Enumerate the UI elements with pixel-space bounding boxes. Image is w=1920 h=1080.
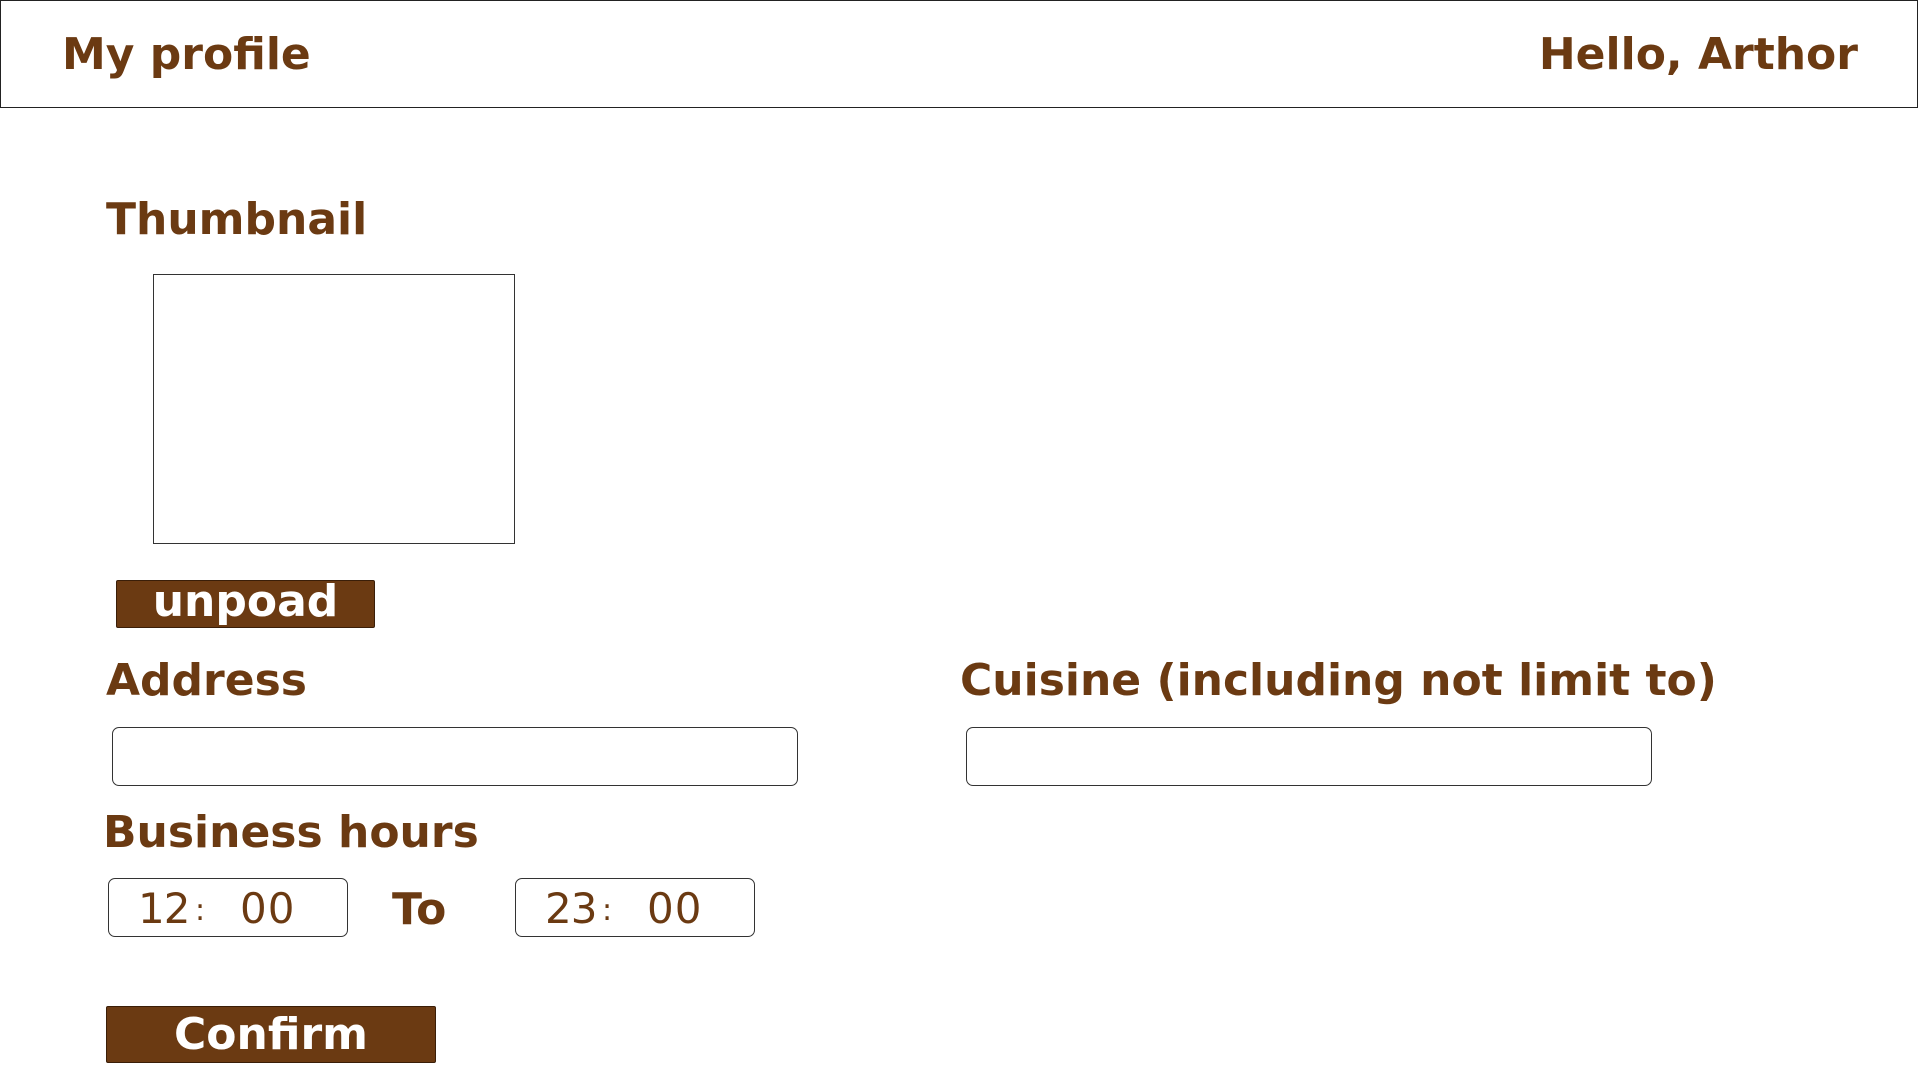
thumbnail-preview[interactable]: [153, 274, 515, 544]
closing-time-field[interactable]: 23 : 00: [515, 878, 755, 937]
opening-time-separator: :: [195, 893, 206, 928]
confirm-button[interactable]: Confirm: [106, 1006, 436, 1063]
closing-time-separator: :: [602, 893, 613, 928]
address-input[interactable]: [112, 727, 798, 786]
address-label: Address: [106, 655, 307, 706]
closing-hour: 23: [545, 884, 597, 933]
page-title: My profile: [62, 29, 311, 80]
opening-minute: 00: [240, 884, 296, 933]
opening-hour: 12: [138, 884, 190, 933]
profile-page: My profile Hello, Arthor Thumbnail unpoa…: [0, 0, 1920, 1080]
user-greeting: Hello, Arthor: [1538, 29, 1858, 80]
cuisine-input[interactable]: [966, 727, 1652, 786]
business-hours-label: Business hours: [103, 807, 479, 858]
hours-to-label: To: [392, 884, 447, 935]
thumbnail-label: Thumbnail: [106, 194, 368, 245]
closing-minute: 00: [647, 884, 703, 933]
opening-time-field[interactable]: 12 : 00: [108, 878, 348, 937]
cuisine-label: Cuisine (including not limit to): [960, 655, 1717, 706]
upload-button[interactable]: unpoad: [116, 580, 375, 628]
top-bar: My profile Hello, Arthor: [0, 0, 1918, 108]
